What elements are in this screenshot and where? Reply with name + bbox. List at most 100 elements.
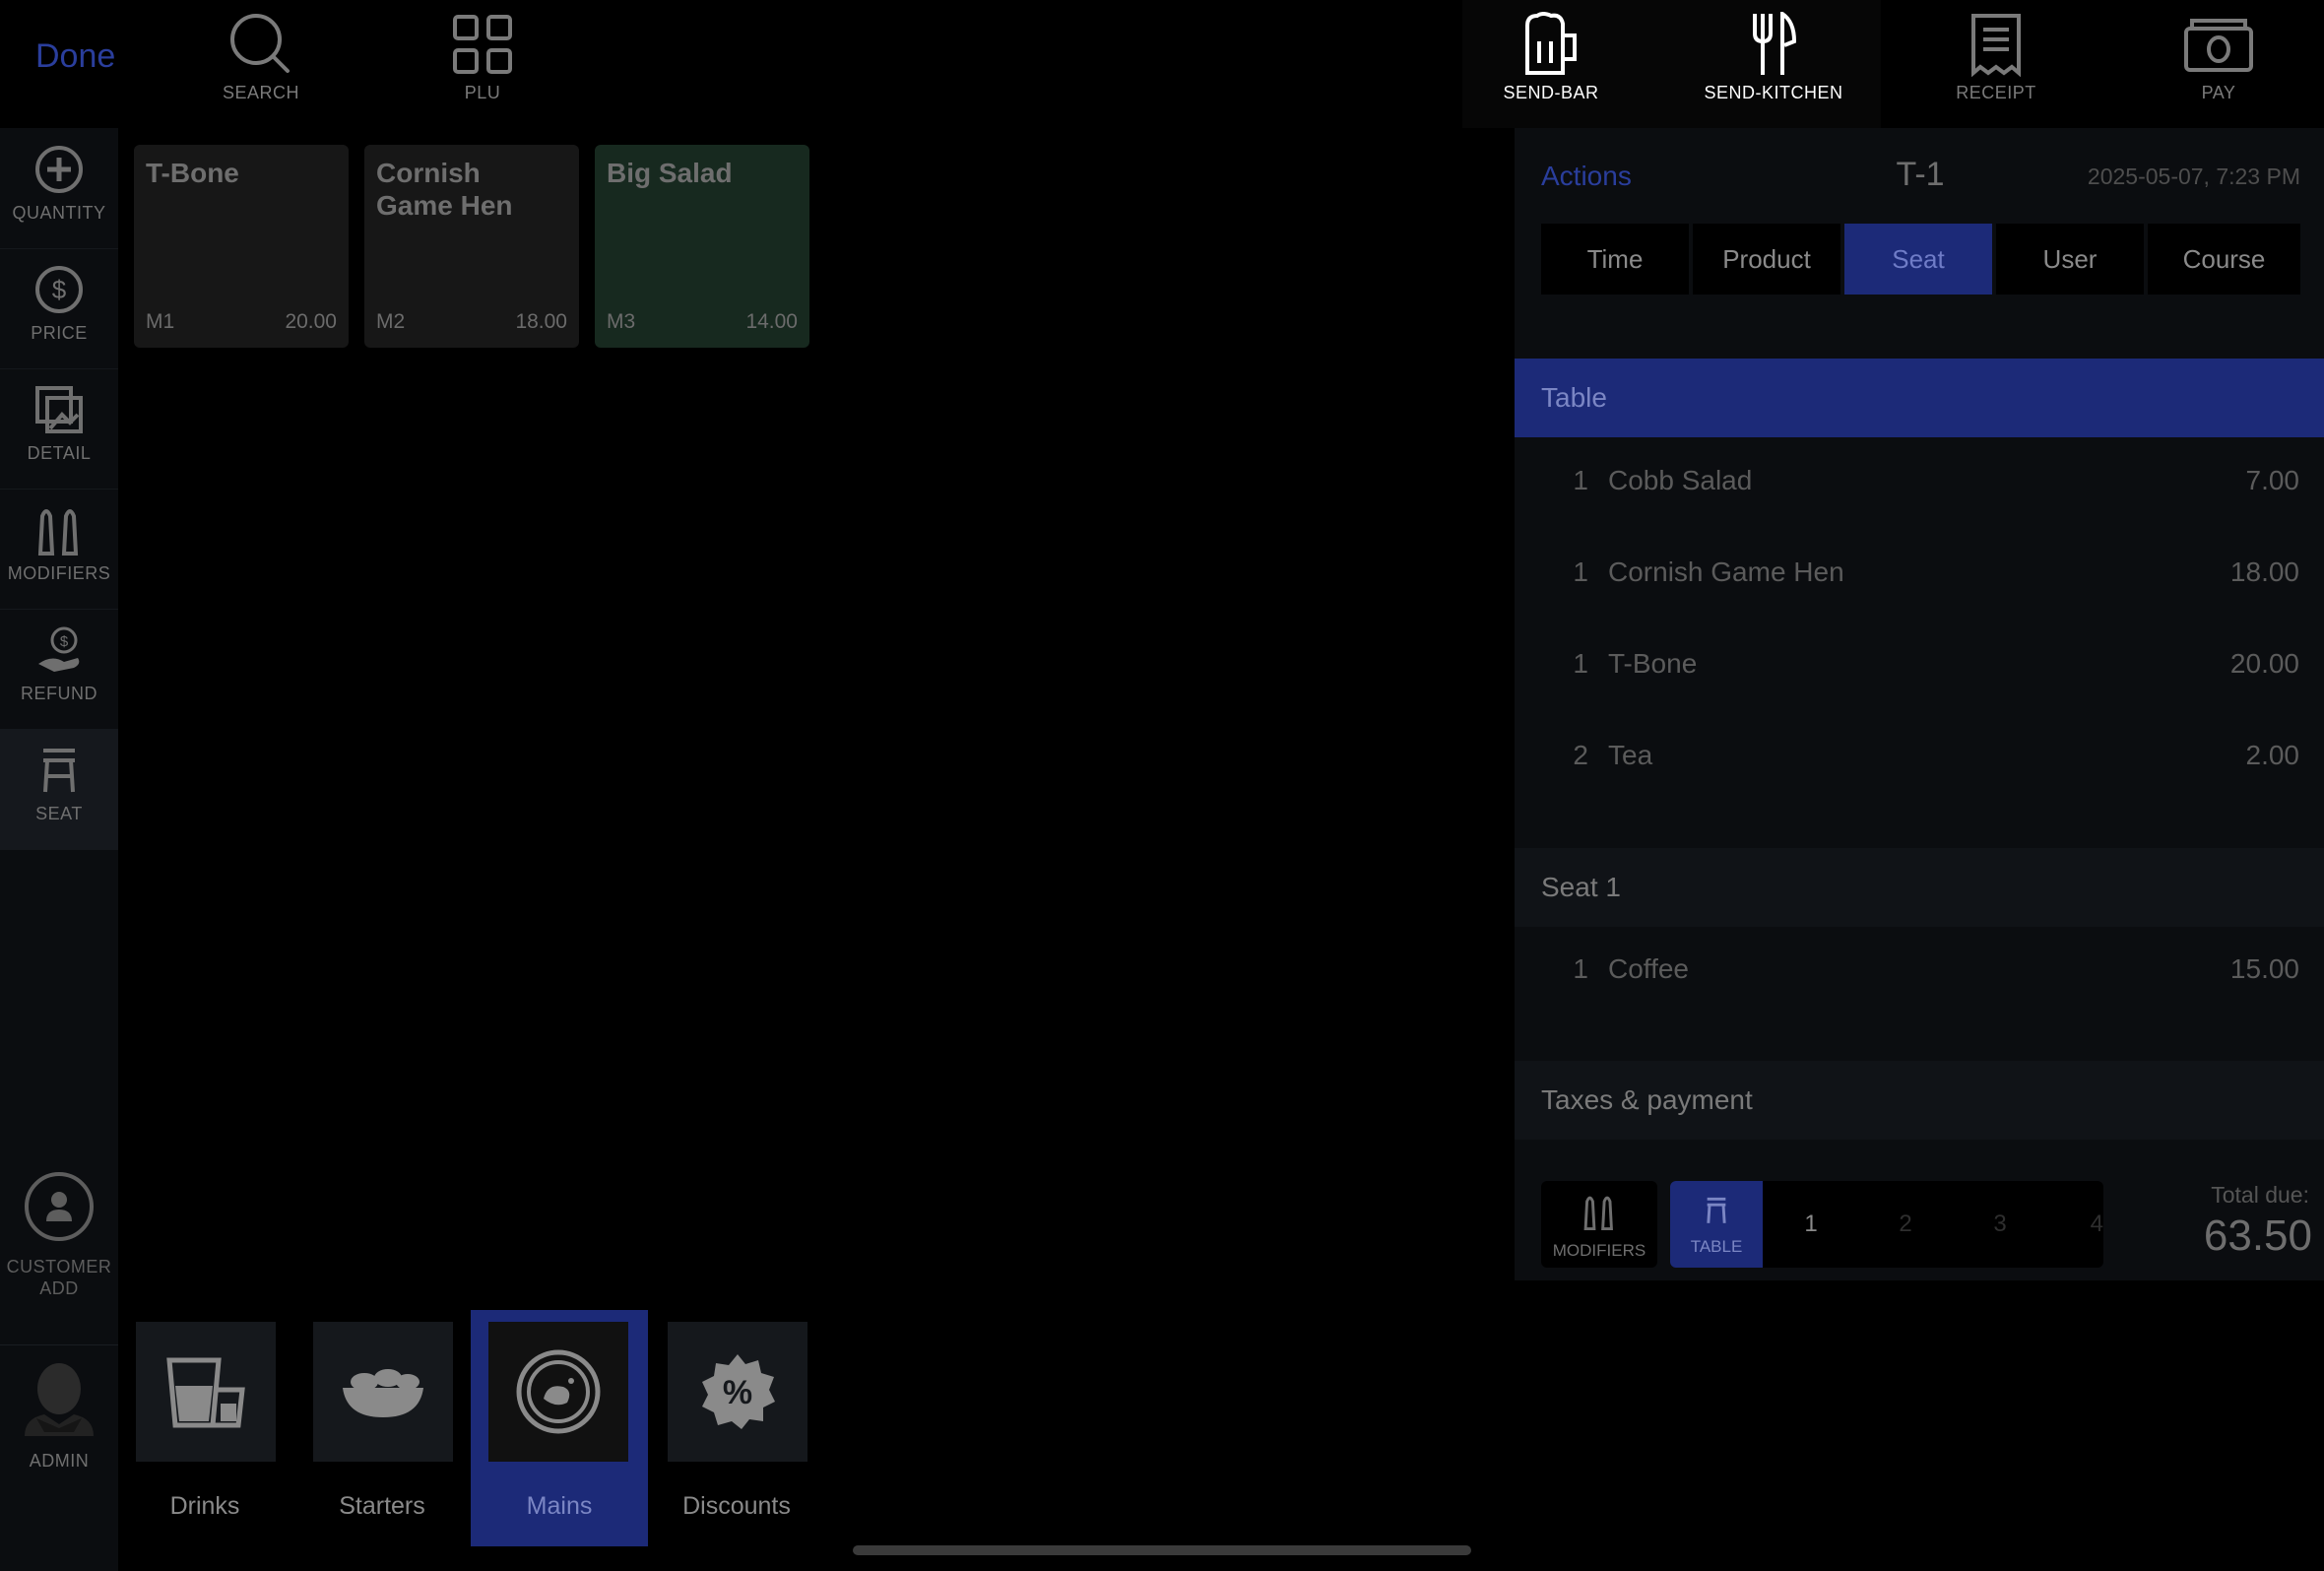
seat-label: SEAT xyxy=(35,804,83,823)
done-button[interactable]: Done xyxy=(35,37,115,76)
customer-icon xyxy=(23,1170,96,1248)
line-price: 2.00 xyxy=(2245,740,2300,770)
modifiers-button[interactable]: MODIFIERS xyxy=(1541,1181,1657,1268)
send-kitchen-button[interactable]: SEND-KITCHEN xyxy=(1675,0,1872,128)
order-line[interactable]: 1 Cornish Game Hen 18.00 xyxy=(1515,529,2324,621)
modifiers-rail-button[interactable]: MODIFIERS xyxy=(0,489,118,610)
total-due-value: 63.50 xyxy=(2203,1211,2312,1260)
seat-tab-1[interactable]: 1 xyxy=(1765,1181,1857,1268)
seat-tab-3[interactable]: 3 xyxy=(1954,1181,2046,1268)
plu-button[interactable]: PLU xyxy=(384,0,581,128)
line-qty: 1 xyxy=(1573,648,1588,679)
receipt-icon xyxy=(1969,12,2023,77)
send-bar-button[interactable]: SEND-BAR xyxy=(1452,0,1649,128)
line-price: 18.00 xyxy=(2229,556,2299,587)
home-indicator[interactable] xyxy=(853,1545,1471,1555)
seat-table-tab[interactable]: TABLE xyxy=(1670,1181,1763,1268)
refund-label: REFUND xyxy=(21,684,97,703)
refund-button[interactable]: $ REFUND xyxy=(0,609,118,730)
admin-label: ADMIN xyxy=(29,1451,90,1471)
taxes-payment-header[interactable]: Taxes & payment xyxy=(1515,1061,2324,1140)
product-name: T-Bone xyxy=(146,158,239,188)
order-line[interactable]: 2 Tea 2.00 xyxy=(1515,712,2324,804)
category-mains[interactable]: Mains xyxy=(471,1310,648,1546)
product-tile-cornish-game-hen[interactable]: Cornish Game Hen M2 18.00 xyxy=(364,145,579,348)
drinks-glass-icon xyxy=(136,1322,276,1462)
percent-badge-icon: % xyxy=(668,1322,807,1462)
salad-bowl-icon xyxy=(313,1322,453,1462)
category-label: Discounts xyxy=(682,1492,791,1520)
tab-course[interactable]: Course xyxy=(2148,224,2300,295)
order-line[interactable]: 1 Coffee 15.00 xyxy=(1515,926,2324,1017)
customer-label: CUSTOMER xyxy=(6,1257,112,1276)
receipt-button[interactable]: RECEIPT xyxy=(1898,0,2095,128)
plus-circle-icon xyxy=(34,142,84,197)
tab-user[interactable]: User xyxy=(1996,224,2144,295)
plu-label: PLU xyxy=(464,83,501,102)
svg-text:$: $ xyxy=(60,633,69,650)
category-starters[interactable]: Starters xyxy=(293,1310,471,1546)
actions-button[interactable]: Actions xyxy=(1541,161,1632,192)
fork-knife-icon xyxy=(1749,12,1798,77)
total-due-label: Total due: xyxy=(2211,1182,2309,1208)
line-name: Cornish Game Hen xyxy=(1608,556,1844,587)
tab-time[interactable]: Time xyxy=(1541,224,1689,295)
table-id: T-1 xyxy=(1896,156,1945,193)
add-customer-button[interactable]: CUSTOMER ADD xyxy=(0,1170,118,1318)
category-discounts[interactable]: % Discounts xyxy=(648,1310,825,1546)
product-code: M2 xyxy=(376,310,406,333)
hand-coin-icon: $ xyxy=(34,622,84,678)
search-button[interactable]: SEARCH xyxy=(162,0,359,128)
product-tile-t-bone[interactable]: T-Bone M1 20.00 xyxy=(134,145,349,348)
dollar-circle-icon: $ xyxy=(34,262,84,317)
line-qty: 1 xyxy=(1573,556,1588,587)
product-tile-big-salad[interactable]: Big Salad M3 14.00 xyxy=(595,145,809,348)
pay-label: PAY xyxy=(2201,83,2236,102)
seat-tab-2[interactable]: 2 xyxy=(1859,1181,1952,1268)
quantity-label: QUANTITY xyxy=(12,203,106,223)
tab-seat[interactable]: Seat xyxy=(1844,224,1992,295)
svg-text:%: % xyxy=(723,1374,752,1411)
section-header-seat-1[interactable]: Seat 1 xyxy=(1515,848,2324,927)
product-name: Big Salad xyxy=(607,158,733,188)
cash-icon xyxy=(2182,12,2255,77)
line-name: T-Bone xyxy=(1608,648,1698,679)
send-kitchen-label: SEND-KITCHEN xyxy=(1704,83,1843,102)
line-price: 7.00 xyxy=(2245,465,2300,495)
category-drinks[interactable]: Drinks xyxy=(116,1310,293,1546)
seat-button[interactable]: SEAT xyxy=(0,729,118,850)
seat-table-label: TABLE xyxy=(1690,1236,1743,1256)
modifiers-rail-label: MODIFIERS xyxy=(7,563,111,583)
price-button[interactable]: $ PRICE xyxy=(0,248,118,369)
order-line[interactable]: 1 T-Bone 20.00 xyxy=(1515,621,2324,712)
product-code: M1 xyxy=(146,310,175,333)
section-title: Seat 1 xyxy=(1541,872,1621,902)
line-qty: 1 xyxy=(1573,465,1588,495)
section-title: Table xyxy=(1541,382,1607,413)
seat-tab-4[interactable]: 4 xyxy=(2048,1181,2103,1268)
modifiers-label: MODIFIERS xyxy=(1552,1241,1646,1260)
category-label: Mains xyxy=(526,1492,593,1520)
section-header-table[interactable]: Table xyxy=(1515,359,2324,437)
tab-product[interactable]: Product xyxy=(1693,224,1840,295)
product-price: 18.00 xyxy=(515,310,567,333)
product-name: Cornish Game Hen xyxy=(376,158,513,221)
product-price: 14.00 xyxy=(745,310,798,333)
quantity-button[interactable]: QUANTITY xyxy=(0,128,118,249)
order-line[interactable]: 1 Cobb Salad 7.00 xyxy=(1515,437,2324,529)
line-qty: 1 xyxy=(1573,953,1588,984)
beer-mug-icon xyxy=(1521,12,1581,77)
line-name: Cobb Salad xyxy=(1608,465,1753,495)
pay-button[interactable]: PAY xyxy=(2120,0,2317,128)
search-label: SEARCH xyxy=(222,83,299,102)
stool-icon xyxy=(39,743,79,798)
photo-stack-icon xyxy=(34,382,84,437)
detail-button[interactable]: DETAIL xyxy=(0,368,118,490)
category-label: Drinks xyxy=(169,1492,240,1520)
section-title: Taxes & payment xyxy=(1541,1084,1753,1115)
line-name: Tea xyxy=(1608,740,1653,770)
salt-pepper-icon xyxy=(1580,1193,1619,1235)
salt-pepper-icon xyxy=(34,502,84,557)
admin-button[interactable]: ADMIN xyxy=(0,1344,118,1482)
magnifier-icon xyxy=(228,12,293,77)
